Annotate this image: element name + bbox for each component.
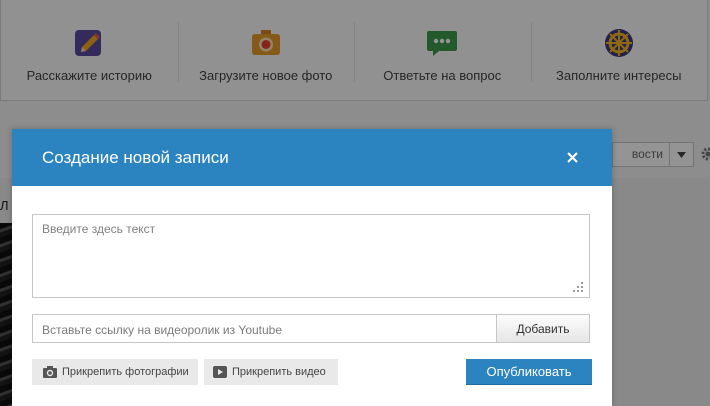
post-text-placeholder: Введите здесь текст bbox=[42, 222, 156, 236]
play-icon bbox=[213, 366, 227, 378]
resize-handle-icon[interactable] bbox=[573, 282, 583, 292]
attach-photo-label: Прикрепить фотографии bbox=[62, 366, 189, 378]
camera-icon bbox=[43, 366, 57, 378]
modal-header: Создание новой записи bbox=[12, 129, 612, 186]
youtube-link-field: Вставьте ссылку на видеоролик из Youtube… bbox=[32, 314, 590, 343]
modal-title: Создание новой записи bbox=[42, 147, 229, 167]
attach-video-button[interactable]: Прикрепить видео bbox=[204, 359, 338, 385]
new-post-modal: Создание новой записи Введите здесь текс… bbox=[12, 129, 612, 406]
close-button[interactable] bbox=[562, 148, 582, 168]
add-video-button[interactable]: Добавить bbox=[496, 315, 589, 342]
post-text-input[interactable]: Введите здесь текст bbox=[32, 214, 590, 298]
attach-photo-button[interactable]: Прикрепить фотографии bbox=[32, 359, 198, 385]
publish-button[interactable]: Опубликовать bbox=[466, 359, 592, 385]
close-icon bbox=[566, 152, 578, 163]
youtube-link-input[interactable]: Вставьте ссылку на видеоролик из Youtube bbox=[42, 323, 282, 337]
attach-video-label: Прикрепить видео bbox=[232, 366, 326, 378]
